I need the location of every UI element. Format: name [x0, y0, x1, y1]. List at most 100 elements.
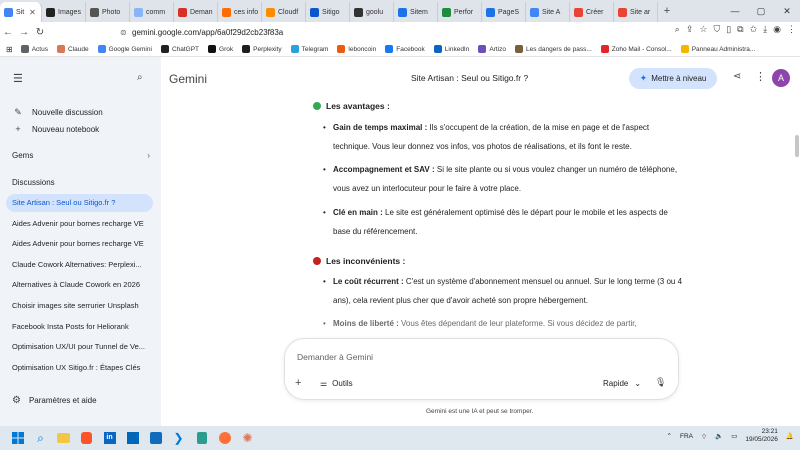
bookmarks-bar: ⊞ Actus Claude Google Gemini ChatGPT Grok Per…: [0, 42, 800, 57]
menu-icon[interactable]: ⋮: [787, 24, 796, 35]
linkedin-app-icon[interactable]: in: [98, 426, 121, 450]
notepad-icon[interactable]: [190, 426, 213, 450]
notifications-icon[interactable]: 🔔: [786, 432, 794, 440]
search-icon[interactable]: ⌕: [137, 72, 143, 83]
battery-icon[interactable]: ▭: [731, 432, 737, 440]
windows-app-icon[interactable]: [121, 426, 144, 450]
browser-tab[interactable]: Sit ✕: [0, 2, 42, 22]
bookmark-item[interactable]: LinkedIn: [433, 45, 469, 53]
browser-tab[interactable]: Site A: [526, 2, 570, 22]
settings-help-button[interactable]: ⚙ Paramètres et aide: [12, 395, 97, 406]
scrollbar[interactable]: [795, 135, 799, 157]
upgrade-button[interactable]: ✦ Mettre à niveau: [629, 68, 717, 89]
browser-tab[interactable]: Deman: [174, 2, 218, 22]
tools-button[interactable]: ⚌ Outils: [320, 379, 353, 388]
conversation-item[interactable]: Optimisation UX Sitigo.fr : Étapes Clés: [6, 359, 153, 377]
outlook-icon[interactable]: [144, 426, 167, 450]
tray-chevron-icon[interactable]: ⌃: [667, 432, 672, 440]
bookmark-item[interactable]: Actus: [20, 45, 48, 53]
bookmark-item[interactable]: ChatGPT: [160, 45, 199, 53]
close-window-button[interactable]: ✕: [774, 6, 800, 17]
url-bar[interactable]: ⊜ gemini.google.com/app/6a0f29d2cb23f83a: [120, 24, 640, 40]
bookmark-item[interactable]: Zoho Mail - Consol...: [600, 45, 672, 53]
browser-tab[interactable]: Perfor: [438, 2, 482, 22]
sidebar: ☰ ⌕ ✎ Nouvelle discussion + Nouveau note…: [0, 57, 161, 426]
new-notebook-button[interactable]: + Nouveau notebook: [12, 124, 99, 134]
conversation-item[interactable]: Optimisation UX/UI pour Tunnel de Ve...: [6, 338, 153, 356]
model-selector[interactable]: Rapide ⌄: [603, 379, 641, 388]
browser-tab[interactable]: Cloudf: [262, 2, 306, 22]
bookmark-item[interactable]: Panneau Administra...: [680, 45, 755, 53]
volume-icon[interactable]: 🔈: [715, 432, 723, 440]
bookmark-item[interactable]: Perplexity: [242, 45, 282, 53]
conversation-item[interactable]: Alternatives à Claude Cowork en 2026: [6, 276, 153, 294]
minimize-button[interactable]: —: [722, 6, 748, 16]
language-indicator[interactable]: FRA: [680, 433, 693, 440]
windows-start-icon[interactable]: [6, 426, 29, 450]
bookmark-item[interactable]: leboncoin: [337, 45, 376, 53]
bookmark-label: Telegram: [301, 45, 329, 53]
firefox-icon[interactable]: [213, 426, 236, 450]
gems-row[interactable]: Gems ›: [12, 151, 150, 160]
browser-tab[interactable]: ces info: [218, 2, 262, 22]
browser-tab[interactable]: Créer: [570, 2, 614, 22]
collections-icon[interactable]: ⧉: [737, 24, 743, 35]
conversation-item[interactable]: Facebook Insta Posts for Heliorank: [6, 318, 153, 336]
bookmark-item[interactable]: Les dangers de pass...: [514, 45, 592, 53]
claude-icon[interactable]: ✺: [236, 426, 259, 450]
share-icon[interactable]: ⋖: [733, 71, 741, 82]
new-chat-button[interactable]: ✎ Nouvelle discussion: [12, 107, 102, 118]
downloads-icon[interactable]: ⤓: [763, 24, 767, 35]
taskbar-search-icon[interactable]: ⌕: [29, 426, 52, 450]
browser-tab[interactable]: PageS: [482, 2, 526, 22]
prompt-input[interactable]: Demander à Gemini: [297, 352, 373, 362]
hamburger-menu-icon[interactable]: ☰: [13, 72, 23, 85]
browser-tab[interactable]: comm: [130, 2, 174, 22]
close-tab-icon[interactable]: ✕: [29, 8, 36, 17]
bookmark-item[interactable]: Artizo: [478, 45, 506, 53]
avatar[interactable]: A: [772, 69, 790, 87]
bookmark-label: Claude: [67, 45, 89, 53]
share-page-icon[interactable]: ⇪: [686, 24, 694, 35]
brave-browser-icon[interactable]: [75, 426, 98, 450]
microphone-icon[interactable]: 🎙: [655, 377, 666, 388]
extension-shield-icon[interactable]: ⛉: [713, 24, 720, 35]
add-attachment-icon[interactable]: +: [295, 377, 301, 389]
bookmark-item[interactable]: Claude: [56, 45, 89, 53]
app-title[interactable]: Gemini: [169, 72, 207, 86]
conversation-item[interactable]: Aides Advenir pour bornes recharge VE: [6, 215, 153, 233]
conversation-item[interactable]: Claude Cowork Alternatives: Perplexi...: [6, 256, 153, 274]
browser-tab[interactable]: Site ar: [614, 2, 658, 22]
browser-tab[interactable]: Images: [42, 2, 86, 22]
network-icon[interactable]: ⌔: [701, 432, 707, 441]
vscode-icon[interactable]: ❯: [167, 426, 190, 450]
conversation-item[interactable]: Site Artisan : Seul ou Sitigo.fr ?: [6, 194, 153, 212]
browser-tab[interactable]: goolu: [350, 2, 394, 22]
profile-icon[interactable]: ◉: [773, 24, 781, 35]
bookmark-item[interactable]: Grok: [208, 45, 233, 53]
clock[interactable]: 23:21 19/05/2026: [745, 428, 778, 444]
back-button[interactable]: ←: [0, 27, 16, 38]
browser-tab[interactable]: Sitigo: [306, 2, 350, 22]
bookmark-icon[interactable]: ☆: [699, 24, 707, 35]
conversation-item[interactable]: Aides Advenir pour bornes recharge VE: [6, 235, 153, 253]
maximize-button[interactable]: ▢: [748, 6, 774, 17]
browser-tab[interactable]: Photo: [86, 2, 130, 22]
search-icon[interactable]: ⌕: [675, 24, 680, 35]
sidebar-toggle-icon[interactable]: ▯: [726, 24, 731, 35]
apps-grid-icon[interactable]: ⊞: [6, 45, 13, 54]
url-text: gemini.google.com/app/6a0f29d2cb23f83a: [132, 27, 284, 37]
file-explorer-icon[interactable]: [52, 426, 75, 450]
conversation-item[interactable]: Choisir images site serrurier Unsplash: [6, 297, 153, 315]
bookmark-item[interactable]: Facebook: [385, 45, 425, 53]
site-info-icon[interactable]: ⊜: [120, 28, 132, 37]
forward-button[interactable]: →: [16, 27, 32, 38]
more-options-icon[interactable]: ⋮: [755, 70, 766, 83]
browser-tab[interactable]: Sitem: [394, 2, 438, 22]
reload-button[interactable]: ↻: [32, 27, 48, 38]
chat-title[interactable]: Site Artisan : Seul ou Sitigo.fr ?: [411, 73, 528, 83]
bookmark-item[interactable]: Google Gemini: [97, 45, 152, 53]
bookmark-item[interactable]: Telegram: [290, 45, 329, 53]
favorites-icon[interactable]: ✩: [750, 24, 758, 35]
new-tab-button[interactable]: +: [658, 5, 676, 17]
